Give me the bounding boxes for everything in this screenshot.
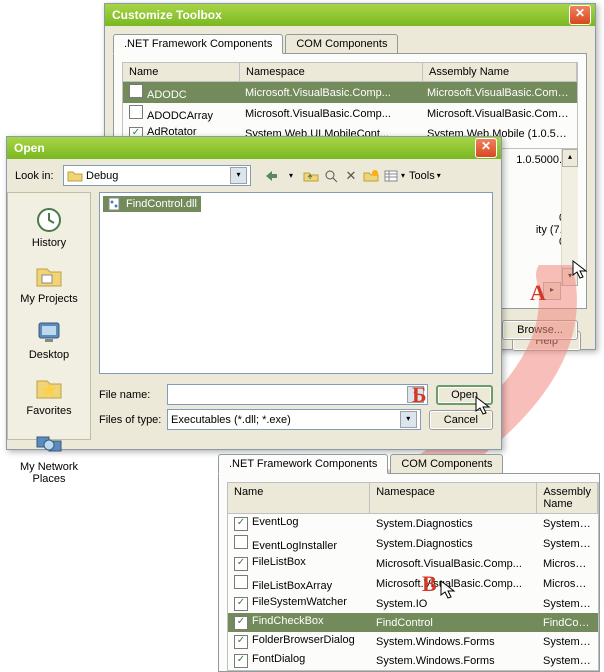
table-row[interactable]: ✓FileListBoxMicrosoft.VisualBasic.Comp..… — [228, 554, 598, 573]
back-icon[interactable] — [262, 167, 280, 185]
marker-v: В — [422, 571, 437, 597]
place-desktop[interactable]: Desktop — [8, 311, 90, 367]
tools-menu[interactable]: Tools — [409, 170, 435, 182]
table-row[interactable]: EventLogInstallerSystem.DiagnosticsSyste… — [228, 533, 598, 554]
views-icon[interactable] — [382, 167, 400, 185]
col-name[interactable]: Name — [228, 483, 370, 513]
table-row[interactable]: ADODCArrayMicrosoft.VisualBasic.Comp...M… — [123, 103, 577, 124]
tab-net-framework[interactable]: .NET Framework Components — [113, 34, 283, 54]
table-row[interactable]: ✓FileSystemWatcherSystem.IOSystem (1.0.5… — [228, 594, 598, 613]
cursor-icon — [475, 396, 491, 416]
partial-panel: .NET Framework Components COM Components… — [218, 454, 600, 672]
col-name[interactable]: Name — [123, 63, 240, 81]
close-icon[interactable]: ✕ — [569, 5, 591, 25]
tab-com-components[interactable]: COM Components — [285, 34, 398, 53]
checkbox-icon[interactable] — [129, 84, 143, 98]
checkbox-icon[interactable] — [129, 105, 143, 119]
col-assembly[interactable]: Assembly Name — [537, 483, 598, 513]
list-header: Name Namespace Assembly Name — [227, 482, 599, 514]
filename-label: File name: — [99, 389, 167, 401]
filetype-combo[interactable]: Executables (*.dll; *.exe)▾ — [167, 409, 421, 430]
browse-button[interactable]: Browse... — [502, 320, 578, 340]
window-title: Customize Toolbox — [109, 8, 569, 22]
places-bar: HistoryMy ProjectsDesktopFavoritesMy Net… — [7, 192, 91, 440]
lookin-combo[interactable]: Debug ▾ — [63, 165, 251, 186]
checkbox-icon[interactable]: ✓ — [234, 557, 248, 571]
place-favorites[interactable]: Favorites — [8, 367, 90, 423]
titlebar[interactable]: Open ✕ — [7, 137, 501, 159]
lookin-label: Look in: — [15, 170, 63, 182]
delete-icon[interactable]: ✕ — [342, 167, 360, 185]
table-row[interactable]: ✓FontDialogSystem.Windows.FormsSystem.Wi… — [228, 651, 598, 670]
checkbox-icon[interactable] — [234, 575, 248, 589]
place-my-network-places[interactable]: My Network Places — [8, 423, 90, 491]
lookin-value: Debug — [86, 170, 118, 182]
checkbox-icon[interactable]: ✓ — [234, 597, 248, 611]
chevron-down-icon[interactable]: ▾ — [230, 167, 247, 184]
checkbox-icon[interactable]: ✓ — [234, 517, 248, 531]
col-namespace[interactable]: Namespace — [240, 63, 423, 81]
list-header: Name Namespace Assembly Name — [122, 62, 578, 82]
checkbox-icon[interactable]: ✓ — [234, 616, 248, 630]
checkbox-icon[interactable] — [234, 535, 248, 549]
filetype-label: Files of type: — [99, 414, 167, 426]
open-dialog-window: Open ✕ Look in: Debug ▾ ▾ ✕ ▾ Tools ▾ Hi… — [6, 136, 502, 450]
file-list[interactable]: FindControl.dll — [99, 192, 493, 374]
col-assembly[interactable]: Assembly Name — [423, 63, 577, 81]
checkbox-icon[interactable]: ✓ — [234, 654, 248, 668]
component-list[interactable]: ✓EventLogSystem.DiagnosticsSystem (1.0.5… — [227, 514, 599, 671]
chevron-down-icon[interactable]: ▾ — [282, 167, 300, 185]
file-item[interactable]: FindControl.dll — [103, 196, 201, 212]
up-folder-icon[interactable] — [302, 167, 320, 185]
tab-com-components[interactable]: COM Components — [390, 454, 503, 473]
table-row[interactable]: ✓FindCheckBoxFindControlFindControl (1.0… — [228, 613, 598, 632]
cursor-icon — [440, 580, 456, 600]
close-icon[interactable]: ✕ — [475, 138, 497, 158]
place-history[interactable]: History — [8, 199, 90, 255]
filename-input[interactable]: ▾ — [167, 384, 428, 405]
chevron-down-icon[interactable]: ▾ — [400, 411, 417, 428]
search-icon[interactable] — [322, 167, 340, 185]
window-title: Open — [11, 141, 475, 155]
table-row[interactable]: ✓FolderBrowserDialogSystem.Windows.Forms… — [228, 632, 598, 651]
dll-icon — [107, 197, 123, 211]
cursor-icon — [572, 260, 588, 280]
titlebar[interactable]: Customize Toolbox ✕ — [105, 4, 595, 26]
checkbox-icon[interactable]: ✓ — [234, 635, 248, 649]
chevron-down-icon[interactable]: ▾ — [401, 171, 405, 180]
chevron-down-icon[interactable]: ▾ — [437, 171, 441, 180]
table-row[interactable]: ADODCMicrosoft.VisualBasic.Comp...Micros… — [123, 82, 577, 103]
table-row[interactable]: FileListBoxArrayMicrosoft.VisualBasic.Co… — [228, 573, 598, 594]
new-folder-icon[interactable] — [362, 167, 380, 185]
scroll-up-icon[interactable]: ▴ — [562, 149, 578, 167]
folder-icon — [67, 169, 83, 183]
table-row[interactable]: ✓EventLogSystem.DiagnosticsSystem (1.0.5… — [228, 514, 598, 533]
marker-b: Б — [412, 382, 427, 408]
marker-a: А — [530, 280, 546, 306]
col-namespace[interactable]: Namespace — [370, 483, 537, 513]
tab-net-framework[interactable]: .NET Framework Components — [218, 454, 388, 474]
place-my-projects[interactable]: My Projects — [8, 255, 90, 311]
